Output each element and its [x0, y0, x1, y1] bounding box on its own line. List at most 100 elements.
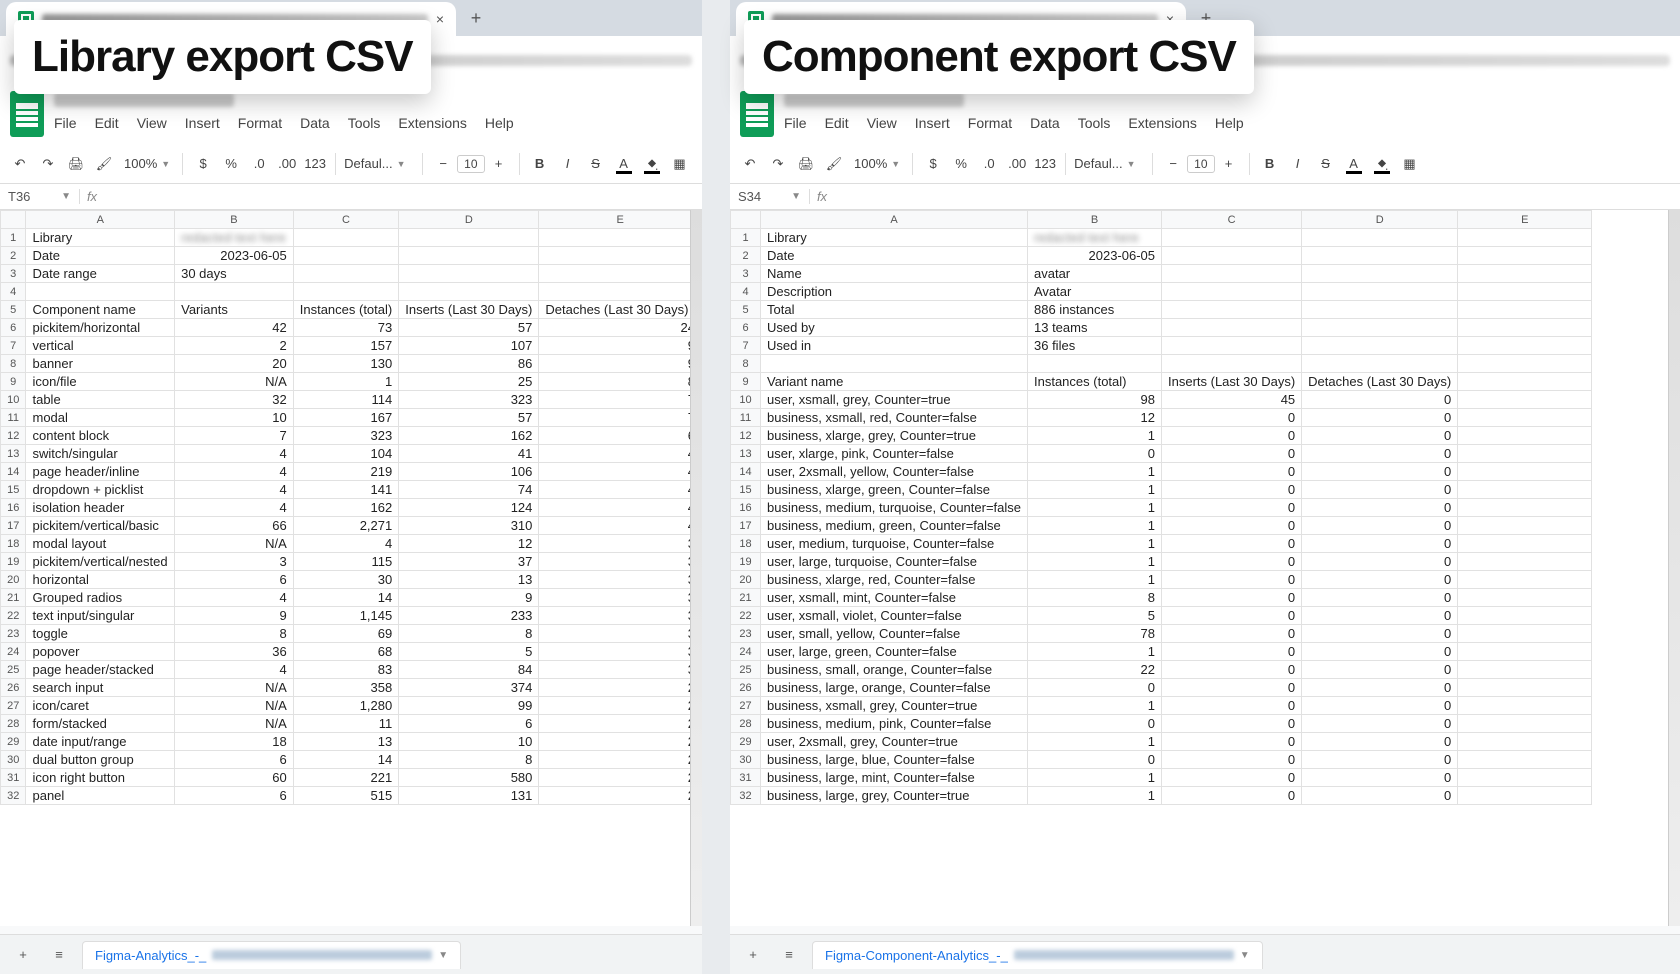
text-color-icon[interactable]: A: [1342, 152, 1366, 176]
cell[interactable]: [1458, 373, 1592, 391]
cell[interactable]: 86: [399, 355, 539, 373]
cell[interactable]: N/A: [175, 535, 294, 553]
row-header-9[interactable]: 9: [1, 373, 26, 391]
cell[interactable]: 0: [1302, 409, 1458, 427]
cell[interactable]: 41: [399, 445, 539, 463]
row-26[interactable]: 26business, large, orange, Counter=false…: [731, 679, 1592, 697]
row-header-8[interactable]: 8: [1, 355, 26, 373]
font-size-value[interactable]: 10: [1187, 155, 1214, 173]
cell[interactable]: 221: [293, 769, 399, 787]
name-box[interactable]: S34▼: [730, 189, 810, 204]
cell[interactable]: dropdown + picklist: [26, 481, 175, 499]
row-22[interactable]: 22text input/singular91,1452333: [1, 607, 702, 625]
cell[interactable]: [1458, 445, 1592, 463]
row-header-13[interactable]: 13: [1, 445, 26, 463]
cell[interactable]: 32: [175, 391, 294, 409]
cell[interactable]: 157: [293, 337, 399, 355]
cell[interactable]: 12: [1028, 409, 1162, 427]
row-6[interactable]: 6pickitem/horizontal42735724: [1, 319, 702, 337]
cell[interactable]: user, 2xsmall, yellow, Counter=false: [761, 463, 1028, 481]
cell[interactable]: 0: [1302, 733, 1458, 751]
add-sheet-button[interactable]: +: [10, 942, 36, 968]
row-header-23[interactable]: 23: [1, 625, 26, 643]
cell[interactable]: 1,280: [293, 697, 399, 715]
cell[interactable]: Library: [26, 229, 175, 247]
cell[interactable]: [175, 283, 294, 301]
cell[interactable]: [1302, 229, 1458, 247]
cell[interactable]: 0: [1302, 463, 1458, 481]
number-format-icon[interactable]: 123: [303, 152, 327, 176]
cell[interactable]: Date: [26, 247, 175, 265]
cell[interactable]: [1458, 607, 1592, 625]
menu-help[interactable]: Help: [1215, 115, 1244, 131]
cell[interactable]: 0: [1302, 499, 1458, 517]
row-header-3[interactable]: 3: [1, 265, 26, 283]
row-23[interactable]: 23toggle86983: [1, 625, 702, 643]
cell[interactable]: 0: [1162, 751, 1302, 769]
cell[interactable]: 219: [293, 463, 399, 481]
cell[interactable]: [1458, 769, 1592, 787]
bold-icon[interactable]: B: [528, 152, 552, 176]
cell[interactable]: 6: [175, 571, 294, 589]
cell[interactable]: 0: [1302, 661, 1458, 679]
cell[interactable]: 1: [1028, 697, 1162, 715]
bold-icon[interactable]: B: [1258, 152, 1282, 176]
cell[interactable]: 99: [399, 697, 539, 715]
menu-data[interactable]: Data: [1030, 115, 1060, 131]
row-3[interactable]: 3Nameavatar: [731, 265, 1592, 283]
cell[interactable]: 8: [399, 751, 539, 769]
cell[interactable]: 42: [175, 319, 294, 337]
row-header-28[interactable]: 28: [731, 715, 761, 733]
row-header-21[interactable]: 21: [731, 589, 761, 607]
cell[interactable]: 4: [539, 463, 702, 481]
cell[interactable]: 0: [1162, 517, 1302, 535]
row-2[interactable]: 2Date2023-06-05: [731, 247, 1592, 265]
number-format-icon[interactable]: 123: [1033, 152, 1057, 176]
font-size-control[interactable]: −10+: [1161, 152, 1240, 176]
col-header-E[interactable]: E: [539, 211, 702, 229]
cell[interactable]: Grouped radios: [26, 589, 175, 607]
cell[interactable]: 0: [1028, 715, 1162, 733]
cell[interactable]: user, small, yellow, Counter=false: [761, 625, 1028, 643]
row-header-10[interactable]: 10: [731, 391, 761, 409]
row-header-13[interactable]: 13: [731, 445, 761, 463]
cell[interactable]: 8: [539, 373, 702, 391]
row-19[interactable]: 19pickitem/vertical/nested3115373: [1, 553, 702, 571]
row-29[interactable]: 29user, 2xsmall, grey, Counter=true100: [731, 733, 1592, 751]
cell[interactable]: N/A: [175, 679, 294, 697]
cell[interactable]: 0: [1302, 679, 1458, 697]
cell[interactable]: 374: [399, 679, 539, 697]
row-header-5[interactable]: 5: [731, 301, 761, 319]
cell[interactable]: user, xsmall, mint, Counter=false: [761, 589, 1028, 607]
borders-icon[interactable]: ▦: [668, 152, 692, 176]
row-9[interactable]: 9icon/fileN/A1258: [1, 373, 702, 391]
row-header-12[interactable]: 12: [731, 427, 761, 445]
row-header-17[interactable]: 17: [1, 517, 26, 535]
cell[interactable]: 0: [1162, 733, 1302, 751]
cell[interactable]: Total: [761, 301, 1028, 319]
row-1[interactable]: 1Libraryredacted text here: [731, 229, 1592, 247]
row-27[interactable]: 27icon/caretN/A1,280992: [1, 697, 702, 715]
sheets-logo-icon[interactable]: [740, 91, 774, 137]
row-header-21[interactable]: 21: [1, 589, 26, 607]
row-15[interactable]: 15dropdown + picklist4141744: [1, 481, 702, 499]
cell[interactable]: 2: [539, 715, 702, 733]
cell[interactable]: business, large, blue, Counter=false: [761, 751, 1028, 769]
cell[interactable]: 5: [399, 643, 539, 661]
cell[interactable]: 0: [1162, 571, 1302, 589]
cell[interactable]: [1458, 481, 1592, 499]
cell[interactable]: 886 instances: [1028, 301, 1162, 319]
cell[interactable]: 0: [1302, 535, 1458, 553]
row-17[interactable]: 17business, medium, green, Counter=false…: [731, 517, 1592, 535]
cell[interactable]: 37: [399, 553, 539, 571]
cell[interactable]: 104: [293, 445, 399, 463]
cell[interactable]: [1458, 535, 1592, 553]
cell[interactable]: business, large, grey, Counter=true: [761, 787, 1028, 805]
cell[interactable]: Avatar: [1028, 283, 1162, 301]
row-17[interactable]: 17pickitem/vertical/basic662,2713104: [1, 517, 702, 535]
menu-data[interactable]: Data: [300, 115, 330, 131]
cell[interactable]: [1458, 625, 1592, 643]
cell[interactable]: 162: [293, 499, 399, 517]
row-header-29[interactable]: 29: [731, 733, 761, 751]
cell[interactable]: 3: [539, 571, 702, 589]
